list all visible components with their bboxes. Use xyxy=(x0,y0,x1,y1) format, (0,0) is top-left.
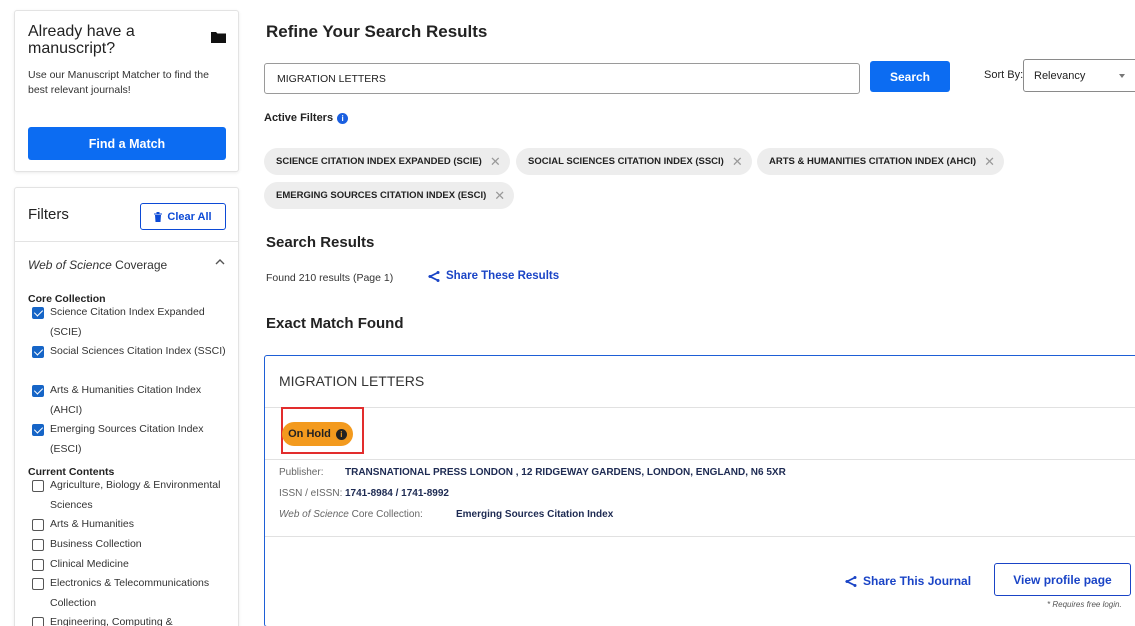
checkbox-checked[interactable] xyxy=(32,346,44,358)
filter-checkbox-item[interactable]: Agriculture, Biology & Environmental Sci… xyxy=(32,476,227,515)
matcher-description: Use our Manuscript Matcher to find the b… xyxy=(28,69,209,96)
filter-chip-ahci: ARTS & HUMANITIES CITATION INDEX (AHCI) ✕ xyxy=(757,148,1004,175)
share-results-link[interactable]: Share These Results xyxy=(428,270,559,282)
share-results-label: Share These Results xyxy=(446,270,560,282)
chip-label: EMERGING SOURCES CITATION INDEX (ESCI) xyxy=(276,190,487,201)
filter-checkbox-item[interactable]: Business Collection xyxy=(32,535,227,555)
page-title: Refine Your Search Results xyxy=(266,22,488,41)
publisher-label: Publisher: xyxy=(279,467,324,478)
checkbox-unchecked[interactable] xyxy=(32,559,44,571)
close-icon[interactable]: ✕ xyxy=(490,155,501,168)
requires-login-note: * Requires free login. xyxy=(1047,600,1122,609)
coverage-brand: Web of Science xyxy=(28,258,112,272)
status-badge[interactable]: On Hold i xyxy=(282,422,353,446)
checkbox-label: Business Collection xyxy=(50,538,142,550)
publisher-value: TRANSNATIONAL PRESS LONDON , 12 RIDGEWAY… xyxy=(345,467,786,478)
filter-checkbox-item[interactable]: Social Sciences Citation Index (SSCI) xyxy=(32,342,227,362)
divider xyxy=(265,407,1135,408)
close-icon[interactable]: ✕ xyxy=(732,155,743,168)
checkbox-label: Arts & Humanities xyxy=(50,518,135,530)
info-icon[interactable]: i xyxy=(337,112,349,124)
filter-chip-esci: EMERGING SOURCES CITATION INDEX (ESCI) ✕ xyxy=(264,182,515,209)
info-icon: i xyxy=(335,428,347,440)
filters-title: Filters xyxy=(28,206,69,223)
divider xyxy=(265,536,1135,537)
coverage-label: Coverage xyxy=(111,258,168,272)
filter-checkbox-item[interactable]: Clinical Medicine xyxy=(32,555,227,575)
checkbox-label: Arts & Humanities Citation Index (AHCI) xyxy=(50,384,202,416)
filter-checkbox-item[interactable]: Electronics & Telecommunications Collect… xyxy=(32,574,227,613)
issn-label: ISSN / eISSN: xyxy=(279,488,343,499)
checkbox-unchecked[interactable] xyxy=(32,617,44,626)
issn-value: 1741-8984 / 1741-8992 xyxy=(345,488,449,499)
search-button[interactable]: Search xyxy=(870,61,950,92)
search-input[interactable] xyxy=(264,63,860,94)
chip-label: ARTS & HUMANITIES CITATION INDEX (AHCI) xyxy=(769,156,977,167)
checkbox-checked[interactable] xyxy=(32,307,44,319)
divider xyxy=(15,241,238,242)
filter-checkbox-item[interactable]: Arts & Humanities Citation Index (AHCI) xyxy=(32,381,227,420)
coverage-brand: Web of Science xyxy=(279,509,349,520)
view-profile-button[interactable]: View profile page xyxy=(994,563,1131,596)
close-icon[interactable]: ✕ xyxy=(494,189,505,202)
folder-icon xyxy=(211,32,226,43)
find-a-match-button[interactable]: Find a Match xyxy=(28,127,226,160)
share-icon xyxy=(845,575,857,587)
matcher-title: Already have a manuscript? xyxy=(28,23,135,57)
caret-down-icon xyxy=(1119,74,1125,78)
checkbox-label: Social Sciences Citation Index (SSCI) xyxy=(50,345,226,357)
checkbox-checked[interactable] xyxy=(32,385,44,397)
checkbox-unchecked[interactable] xyxy=(32,519,44,531)
status-label: On Hold xyxy=(288,428,331,440)
share-journal-link[interactable]: Share This Journal xyxy=(845,574,971,588)
chip-label: SOCIAL SCIENCES CITATION INDEX (SSCI) xyxy=(528,156,724,167)
coverage-section-toggle[interactable]: Web of Science Coverage xyxy=(28,258,167,272)
checkbox-label: Agriculture, Biology & Environmental Sci… xyxy=(50,479,221,511)
checkbox-checked[interactable] xyxy=(32,424,44,436)
core-collection-label: Web of Science Core Collection: xyxy=(279,509,423,520)
coverage-label-rest: Core Collection: xyxy=(348,509,423,520)
manuscript-matcher-card: Already have a manuscript? Use our Manus… xyxy=(14,10,239,172)
chip-label: SCIENCE CITATION INDEX EXPANDED (SCIE) xyxy=(276,156,482,167)
search-results-heading: Search Results xyxy=(266,234,375,251)
filter-checkbox-item[interactable]: Emerging Sources Citation Index (ESCI) xyxy=(32,420,227,459)
checkbox-label: Science Citation Index Expanded (SCIE) xyxy=(50,306,205,338)
sort-by-value: Relevancy xyxy=(1034,69,1086,82)
share-journal-label: Share This Journal xyxy=(863,574,972,588)
close-icon[interactable]: ✕ xyxy=(984,155,995,168)
journal-title: MIGRATION LETTERS xyxy=(279,373,425,389)
checkbox-label: Electronics & Telecommunications Collect… xyxy=(50,577,210,609)
trash-icon xyxy=(154,211,163,222)
clear-all-button[interactable]: Clear All xyxy=(140,203,226,230)
active-filters-label: Active Filters i xyxy=(264,112,349,124)
journal-result-card: MIGRATION LETTERS On Hold i Publisher: T… xyxy=(264,355,1135,626)
checkbox-label: Emerging Sources Citation Index (ESCI) xyxy=(50,423,204,455)
divider xyxy=(265,459,1135,460)
share-icon xyxy=(428,270,440,282)
checkbox-label: Clinical Medicine xyxy=(50,558,129,570)
sort-by-label: Sort By: xyxy=(984,69,1024,81)
checkbox-label: Engineering, Computing & xyxy=(50,616,173,626)
exact-match-heading: Exact Match Found xyxy=(266,315,404,332)
filter-checkbox-item[interactable]: Science Citation Index Expanded (SCIE) xyxy=(32,303,227,342)
filter-chip-ssci: SOCIAL SCIENCES CITATION INDEX (SSCI) ✕ xyxy=(516,148,752,175)
filter-checkbox-item[interactable]: Arts & Humanities xyxy=(32,515,227,535)
checkbox-unchecked[interactable] xyxy=(32,578,44,590)
checkbox-unchecked[interactable] xyxy=(32,539,44,551)
clear-all-label: Clear All xyxy=(167,210,212,223)
checkbox-unchecked[interactable] xyxy=(32,480,44,492)
filter-checkbox-item[interactable]: Engineering, Computing & xyxy=(32,613,227,626)
chevron-up-icon[interactable] xyxy=(215,258,225,266)
active-filters-text: Active Filters xyxy=(264,112,334,124)
core-collection-value: Emerging Sources Citation Index xyxy=(456,509,614,520)
filter-chip-scie: SCIENCE CITATION INDEX EXPANDED (SCIE) ✕ xyxy=(264,148,510,175)
filters-panel: Filters Clear All Web of Science Coverag… xyxy=(14,187,239,626)
results-count: Found 210 results (Page 1) xyxy=(266,272,394,284)
